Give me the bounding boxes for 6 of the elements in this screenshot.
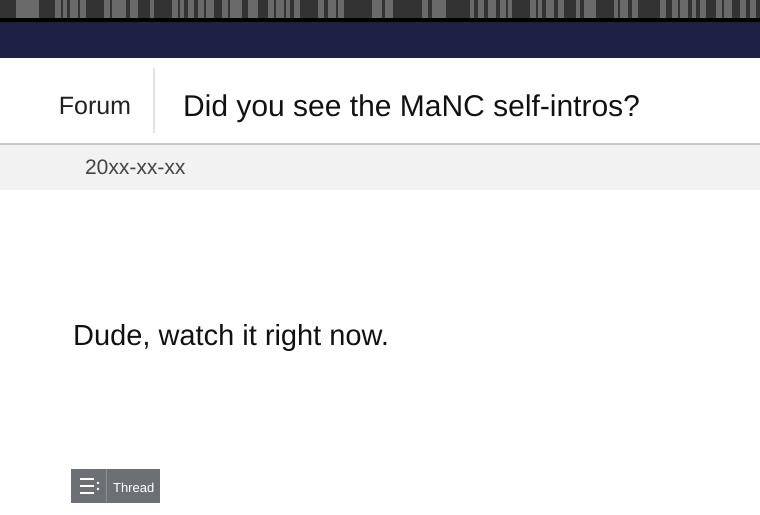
post-date: 20xx-xx-xx bbox=[85, 154, 186, 181]
thread-title: Did you see the MaNC self-intros? bbox=[183, 89, 640, 125]
thread-button[interactable]: Thread bbox=[71, 469, 160, 503]
message-text: Dude, watch it right now. bbox=[72, 319, 390, 354]
forum-label: Forum bbox=[58, 90, 131, 122]
list-icon bbox=[78, 477, 100, 495]
